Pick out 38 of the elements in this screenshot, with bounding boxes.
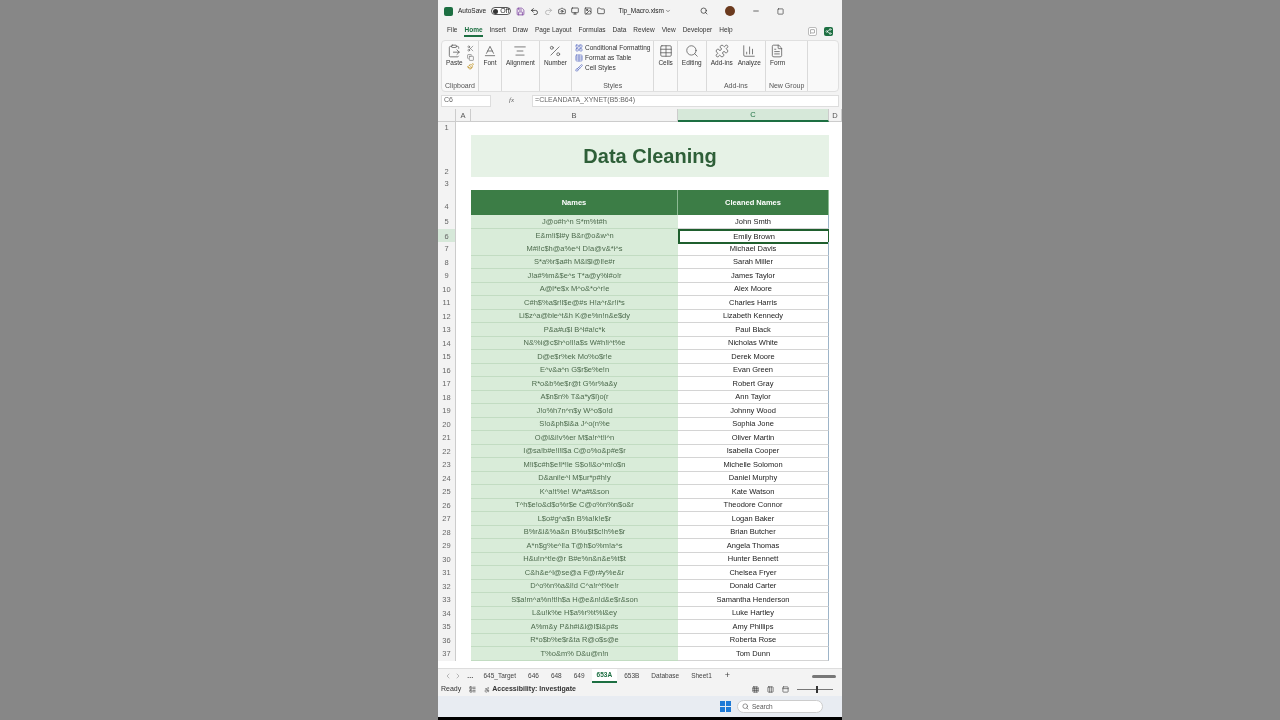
cut-icon[interactable]: [466, 45, 474, 52]
normal-view-icon[interactable]: [752, 686, 759, 693]
search-icon: [742, 703, 749, 710]
comments-icon[interactable]: [808, 26, 817, 36]
ribbon-icon: [658, 44, 673, 58]
page-layout-view-icon[interactable]: [767, 686, 774, 693]
sheet-title: Data Cleaning: [583, 144, 717, 169]
ribbon-icon: [714, 44, 729, 58]
minimize-icon[interactable]: [752, 7, 761, 15]
camera-icon[interactable]: [558, 7, 567, 15]
accessibility-icon: [484, 686, 491, 693]
style-icon: [575, 44, 583, 52]
horizontal-scrollbar[interactable]: [812, 674, 836, 678]
search-icon[interactable]: [700, 7, 709, 15]
style-icon: [575, 64, 583, 72]
monitor-icon[interactable]: [571, 7, 580, 15]
zoom-slider-thumb[interactable]: [815, 686, 818, 693]
excel-logo-icon: [444, 6, 453, 16]
undo-icon[interactable]: [530, 6, 540, 16]
style-icon: [575, 54, 583, 62]
windows-start-icon[interactable]: [720, 701, 731, 712]
ribbon-icon: [684, 44, 699, 58]
share-icon[interactable]: [824, 26, 833, 36]
format-painter-icon[interactable]: [466, 63, 474, 70]
ribbon-icon: [482, 44, 497, 58]
copy-icon[interactable]: [466, 54, 474, 61]
ribbon-icon: [770, 44, 785, 58]
avatar[interactable]: [725, 6, 736, 16]
ribbon-icon: [513, 44, 528, 58]
save-icon[interactable]: [516, 6, 526, 16]
folder-icon[interactable]: [597, 7, 606, 15]
page-break-view-icon[interactable]: [782, 686, 789, 693]
maximize-icon[interactable]: [777, 7, 785, 15]
ribbon-icon: [447, 44, 462, 58]
add-sheet-button[interactable]: +: [718, 669, 737, 683]
caret-icon: [665, 8, 672, 14]
ribbon-icon: [742, 44, 757, 58]
ribbon-icon: [548, 44, 563, 58]
